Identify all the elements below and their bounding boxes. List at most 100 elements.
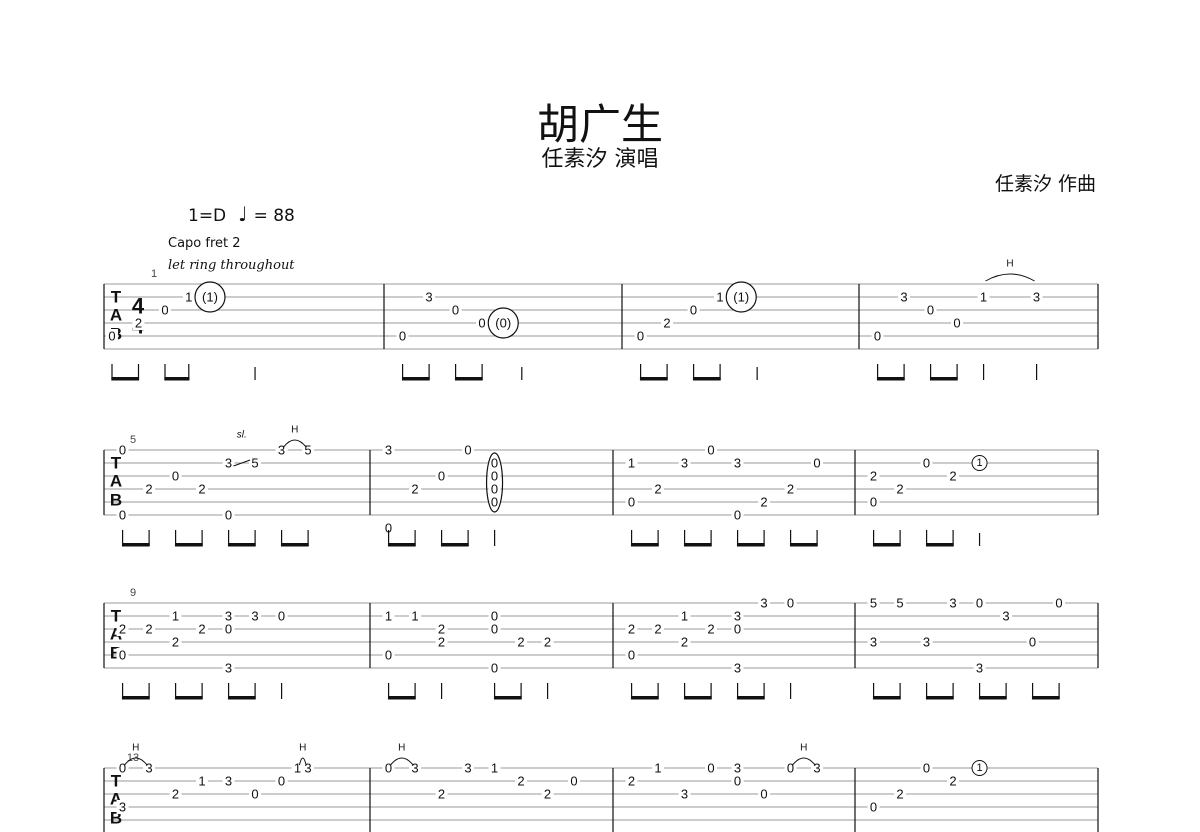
fret-number: 0 — [278, 609, 285, 624]
fret-number: 0 — [385, 761, 392, 776]
fret-number: 0 — [119, 443, 126, 458]
fret-number: 3 — [225, 661, 232, 676]
tab-clef-letter: T — [111, 288, 122, 307]
bar-number: 1 — [151, 268, 157, 280]
fret-number: 0 — [707, 443, 714, 458]
fret-number: 3 — [923, 635, 930, 650]
fret-number: 0 — [464, 443, 471, 458]
fret-number: 0 — [734, 508, 741, 523]
bar-number: 9 — [130, 587, 136, 599]
hammer-on-label: H — [800, 743, 807, 754]
fret-number: 2 — [411, 482, 418, 497]
eighth-beam — [454, 377, 483, 381]
eighth-beam — [387, 543, 416, 547]
fret-number: 0 — [923, 761, 930, 776]
fret-number: 0 — [734, 774, 741, 789]
fret-number: 3 — [119, 800, 126, 815]
measure: 002023053 5sl. H — [116, 425, 315, 547]
eighth-beam — [692, 377, 721, 381]
fret-number: 3 — [225, 456, 232, 471]
fret-number: 0 — [637, 329, 644, 344]
fret-number: 1 — [411, 609, 418, 624]
slide-label: sl. — [237, 430, 247, 441]
fret-number: 2 — [949, 774, 956, 789]
measure: 101220002 2 — [382, 609, 554, 700]
measure: 0 323 1220H — [382, 743, 581, 802]
fret-number: 2 — [172, 635, 179, 650]
fret-number: 0 — [874, 329, 881, 344]
fret-number: 3 — [734, 661, 741, 676]
fret-number: 1 — [491, 761, 498, 776]
string-number: 1 — [976, 457, 982, 469]
fret-number: 0 — [734, 622, 741, 637]
fret-number: 0 — [251, 787, 258, 802]
fret-number: 0 — [628, 648, 635, 663]
fret-number: 3 — [1002, 609, 1009, 624]
fret-number: 3 — [145, 761, 152, 776]
fret-number: 0 — [172, 469, 179, 484]
fret-number: 2 — [198, 482, 205, 497]
eighth-beam — [683, 543, 712, 547]
eighth-beam — [440, 543, 469, 547]
tab-sheet: 胡广生 任素汐 演唱 任素汐 作曲 1=D ♩ = 88 Capo fret 2 l… — [0, 0, 1200, 832]
fret-number: 2 — [544, 787, 551, 802]
fret-number: 2 — [663, 316, 670, 331]
tab-clef-letter: A — [110, 472, 122, 491]
measure: 2 0 2 0 2 1 — [867, 455, 988, 547]
fret-number: 3 — [225, 774, 232, 789]
fret-number: 2 — [949, 469, 956, 484]
measure: 0 3 0 0 (0) — [396, 290, 523, 381]
hammer-on-label: H — [398, 743, 405, 754]
fret-number: 2 — [628, 774, 635, 789]
ghost-fret-number: (1) — [733, 290, 749, 305]
fret-number: 2 — [544, 635, 551, 650]
measure: 0 2 0 2 1 — [867, 760, 988, 815]
fret-number: 3 — [870, 635, 877, 650]
measure: 302000000 — [382, 443, 504, 547]
fret-number: 3 — [976, 661, 983, 676]
eighth-beam — [736, 543, 765, 547]
eighth-beam — [639, 377, 668, 381]
fret-number: 2 — [438, 635, 445, 650]
fret-number: 0 — [927, 303, 934, 318]
eighth-beam — [872, 543, 901, 547]
fret-number: 1 — [716, 290, 723, 305]
hammer-on-label: H — [299, 743, 306, 754]
fret-number: 5 — [896, 596, 903, 611]
eighth-beam — [630, 696, 659, 700]
fret-number: 1 — [198, 774, 205, 789]
hammer-on-arc — [985, 273, 1035, 282]
eighth-beam — [227, 543, 256, 547]
eighth-beam — [630, 543, 659, 547]
fret-number: 0 — [707, 761, 714, 776]
fret-number: 2 — [119, 622, 126, 637]
fret-number: 3 — [949, 596, 956, 611]
fret-number: 0 — [1029, 635, 1036, 650]
fret-number: 1 — [654, 761, 661, 776]
eighth-beam — [164, 377, 190, 381]
eighth-beam — [683, 696, 712, 700]
hammer-on-label: H — [291, 425, 298, 436]
fret-number: 3 — [734, 456, 741, 471]
fret-number: 0 — [119, 648, 126, 663]
fret-number: 2 — [681, 635, 688, 650]
fret-number: 0 — [923, 456, 930, 471]
ghost-fret-number: (1) — [202, 290, 218, 305]
fret-number: 3 — [425, 290, 432, 305]
fret-number: 2 — [896, 482, 903, 497]
fret-number: 3 — [900, 290, 907, 305]
fret-number: 1 — [980, 290, 987, 305]
fret-number: 0 — [491, 495, 498, 510]
fret-number: 5 — [304, 443, 311, 458]
fret-number: 5 — [251, 456, 258, 471]
fret-number: 3 — [813, 761, 820, 776]
eighth-beam — [121, 696, 150, 700]
hammer-on-label: H — [132, 743, 139, 754]
measure: 2130 3000 3H — [625, 743, 824, 802]
fret-number: 3 — [681, 787, 688, 802]
fret-number: 0 — [491, 661, 498, 676]
eighth-beam — [925, 696, 954, 700]
fret-number: 0 — [225, 622, 232, 637]
tab-system: TAB5002023053 5sl. H3020000001023030220202… — [103, 425, 1099, 547]
fret-number: 2 — [654, 622, 661, 637]
